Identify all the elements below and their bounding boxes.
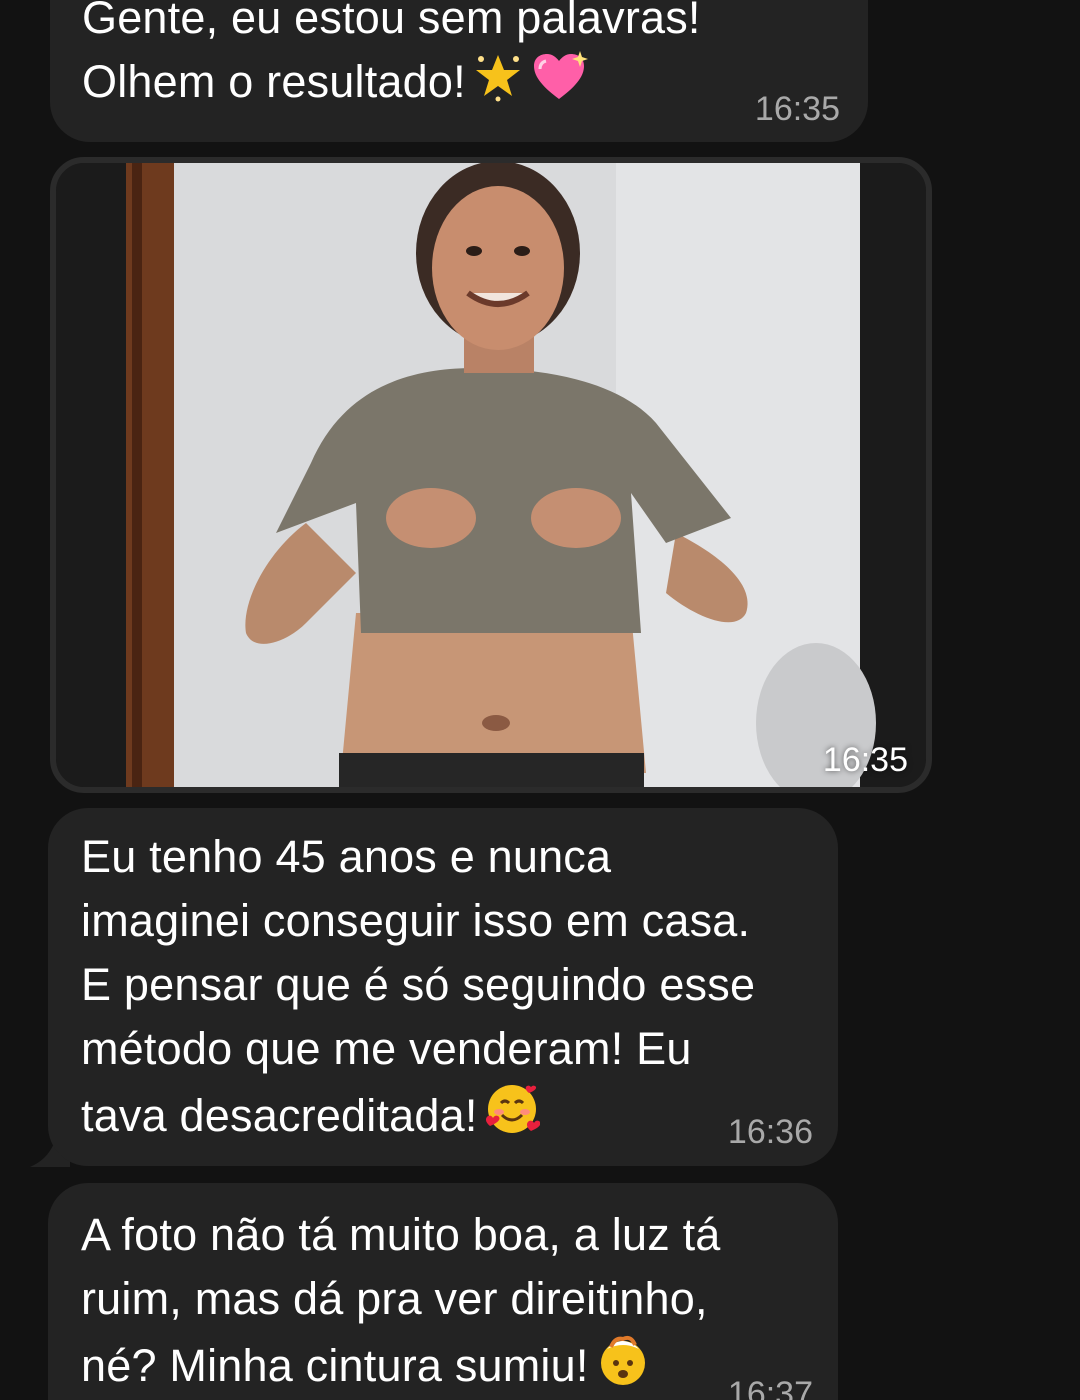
message-text: Eu tenho 45 anos e nunca imaginei conseg… xyxy=(81,831,756,1141)
message-text-container: Gente, eu estou sem palavras! Olhem o re… xyxy=(82,0,701,120)
message-bubble[interactable]: Gente, eu estou sem palavras! Olhem o re… xyxy=(50,0,868,142)
photo-timestamp: 16:35 xyxy=(822,741,908,779)
exploding-head-icon xyxy=(595,1331,651,1400)
message-timestamp: 16:36 xyxy=(727,1113,813,1151)
message-bubble[interactable]: Eu tenho 45 anos e nunca imaginei conseg… xyxy=(48,808,838,1166)
sparkling-heart-icon xyxy=(530,51,588,120)
message-timestamp: 16:35 xyxy=(754,90,840,128)
message-text-container: A foto não tá muito boa, a luz tá ruim, … xyxy=(81,1203,721,1400)
glowing-star-icon xyxy=(472,51,524,120)
message-text: Gente, eu estou sem palavras! Olhem o re… xyxy=(82,0,701,107)
photo-message[interactable]: 16:35 xyxy=(50,157,932,793)
smiling-face-with-hearts-icon xyxy=(484,1081,541,1154)
message-bubble[interactable]: A foto não tá muito boa, a luz tá ruim, … xyxy=(48,1183,838,1400)
shared-photo[interactable] xyxy=(56,163,926,787)
chat-thread: Gente, eu estou sem palavras! Olhem o re… xyxy=(0,0,1080,1400)
message-text-container: Eu tenho 45 anos e nunca imaginei conseg… xyxy=(81,825,755,1154)
message-timestamp: 16:37 xyxy=(727,1375,813,1400)
